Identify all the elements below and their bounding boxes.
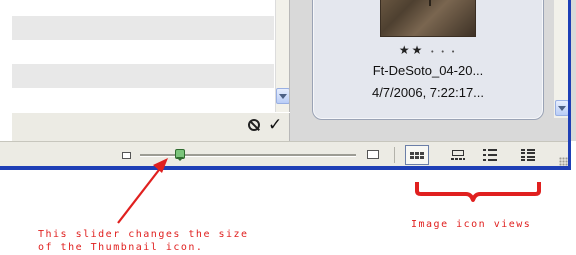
slider-annotation: This slider changes the size of the Thum…: [38, 228, 298, 254]
annotation-overlay: [117, 158, 541, 224]
slider-annotation-line2: of the Thumbnail icon.: [38, 242, 204, 253]
views-bracket: [415, 182, 541, 202]
slider-annotation-line1: This slider changes the size: [38, 229, 249, 240]
slider-annotation-arrow: [117, 158, 168, 224]
views-annotation: Image icon views: [411, 219, 532, 230]
